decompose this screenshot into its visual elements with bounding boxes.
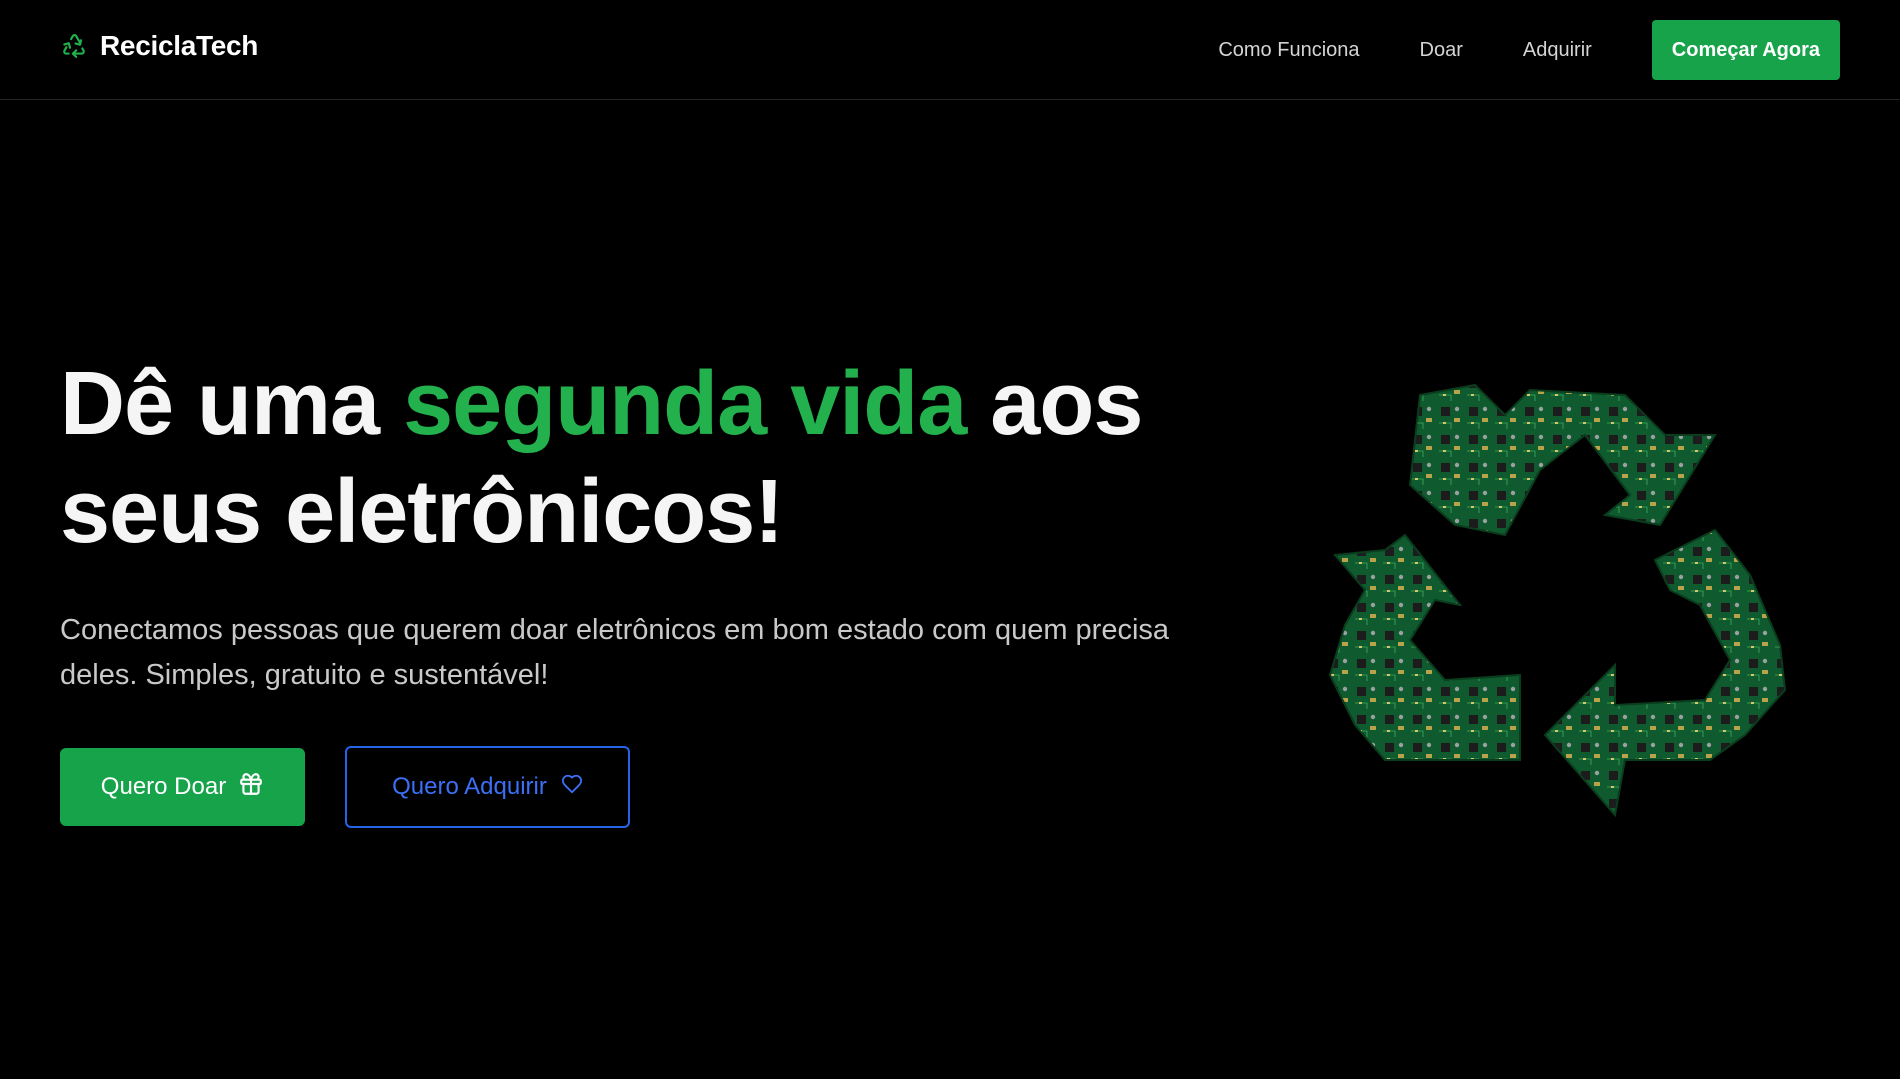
gift-icon bbox=[238, 771, 264, 804]
nav-link-doar[interactable]: Doar bbox=[1420, 39, 1463, 62]
hero-title: Dê uma segunda vida aos seus eletrônicos… bbox=[60, 350, 1260, 566]
main-nav: Como Funciona Doar Adquirir Começar Agor… bbox=[1218, 20, 1840, 80]
hero-title-accent: segunda vida bbox=[403, 354, 967, 454]
comecar-agora-button[interactable]: Começar Agora bbox=[1651, 20, 1840, 80]
recycle-arrow-right bbox=[1543, 528, 1787, 818]
quero-adquirir-button[interactable]: Quero Adquirir bbox=[345, 746, 630, 828]
recycle-arrow-top bbox=[1408, 383, 1717, 537]
quero-adquirir-label: Quero Adquirir bbox=[392, 773, 547, 800]
brand-name: ReciclaTech bbox=[100, 30, 259, 61]
hero-subtitle: Conectamos pessoas que querem doar eletr… bbox=[60, 614, 1170, 691]
recycle-arrow-left bbox=[1328, 533, 1521, 761]
recycle-icon bbox=[60, 32, 88, 60]
quero-doar-label: Quero Doar bbox=[100, 773, 227, 800]
hero-title-line2: seus eletrônicos! bbox=[60, 462, 784, 562]
recycle-circuit-illustration bbox=[1325, 375, 1795, 825]
hero-section: Dê uma segunda vida aos seus eletrônicos… bbox=[60, 350, 1260, 727]
quero-doar-button[interactable]: Quero Doar bbox=[60, 748, 305, 826]
hero-title-part1: Dê uma bbox=[60, 354, 404, 454]
hero-actions: Quero Doar Quero Adquirir bbox=[60, 746, 630, 828]
heart-icon bbox=[561, 773, 583, 802]
navbar: ReciclaTech Como Funciona Doar Adquirir … bbox=[0, 0, 1900, 100]
brand-logo[interactable]: ReciclaTech bbox=[60, 30, 258, 62]
nav-link-como-funciona[interactable]: Como Funciona bbox=[1218, 39, 1359, 62]
hero-title-part2: aos bbox=[966, 354, 1143, 454]
nav-link-adquirir[interactable]: Adquirir bbox=[1523, 39, 1592, 62]
